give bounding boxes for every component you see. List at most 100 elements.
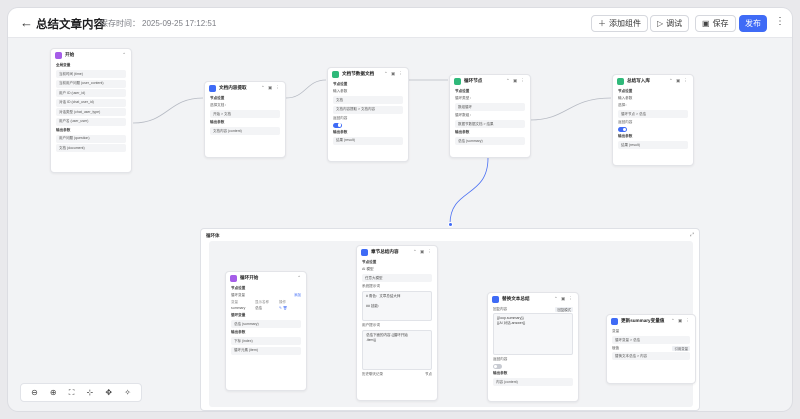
zoom-in-icon[interactable]: ⊕ — [50, 388, 57, 397]
node-actions-icon[interactable]: ⌃ ▣ ⋮ — [413, 249, 433, 255]
value-select[interactable]: 替换文本总结 > 内容 — [612, 352, 690, 360]
save-icon: ▣ — [702, 19, 710, 28]
plus-icon: ＋ — [598, 19, 606, 28]
section-title: 输出参数 — [493, 371, 508, 375]
collapse-icon[interactable]: ⌃ — [122, 52, 127, 58]
field-label: 输入参数 — [333, 89, 348, 93]
field-label: 回复内容 — [493, 306, 507, 311]
node-ai[interactable]: 章节总结内容 ⌃ ▣ ⋮ 节点设置 AI 模型 任意大模型 系统提示词 # 角色：… — [356, 245, 438, 401]
save-label-btn: 保存 — [712, 19, 729, 28]
edge-loop-body — [449, 157, 489, 225]
user-prompt-textarea[interactable]: 总结下面的内容 {{循环开始 .item}} — [362, 330, 432, 370]
node-title: 更新summary变量值 — [621, 318, 665, 323]
model-select[interactable]: 任意大模型 — [362, 274, 432, 282]
field-value[interactable]: 开始 > 文档 — [210, 110, 280, 118]
node-writer[interactable]: 总结写入库 ⌃ ▣ ⋮ 节点设置 输入参数 选择： 循环节点 > 总结 返回内容 … — [612, 74, 694, 166]
section-title: 节点设置 — [455, 89, 470, 93]
reply-node-icon — [492, 295, 499, 303]
field-row: 当前时间 (time) — [56, 70, 126, 78]
field-label: 变量 — [612, 329, 620, 333]
reply-textarea[interactable]: {{loop.summary}} {{AI 对话.answer}} — [493, 313, 573, 355]
reply-mode-select[interactable]: 回复模式 — [555, 306, 573, 312]
field-label: 返回内容 — [333, 115, 348, 120]
layout-icon[interactable]: ⊹ — [87, 388, 94, 397]
more-menu-icon[interactable]: ⋮ — [775, 16, 785, 27]
variable-name: summary — [231, 306, 246, 310]
section-title: 循环变量 — [231, 313, 246, 317]
node-title: 开始 — [65, 52, 75, 57]
ai-node-icon — [361, 248, 368, 256]
node-title: 文档内容提取 — [219, 85, 247, 90]
section-title: 节点设置 — [210, 96, 225, 100]
field-label: AI 模型 — [362, 267, 374, 271]
fit-icon[interactable]: ⛶ — [69, 388, 75, 398]
field-row: 当前用户问题 (user_content) — [56, 79, 126, 88]
beautify-icon[interactable]: ✧ — [124, 388, 131, 397]
edit-delete-icon[interactable]: ✎ 🗑 — [279, 306, 299, 311]
field-value[interactable]: 文档内容提取 > 文档内容 — [333, 105, 403, 114]
node-loop[interactable]: 循环节点 ⌃ ▣ ⋮ 节点设置 循环类型： 数组循环 循环数组： 数据节数据文档 … — [449, 74, 531, 158]
variable-label: 总结 — [255, 306, 262, 310]
add-component-button[interactable]: ＋添加组件 — [591, 15, 648, 32]
collapse-icon[interactable]: ⌃ — [297, 275, 302, 281]
back-arrow-icon[interactable]: ← — [20, 15, 33, 31]
top-bar: ← 总结文章内容 保存时间： 2025-09-25 17:12:51 ＋添加组件 … — [8, 8, 792, 38]
return-toggle[interactable] — [493, 364, 502, 369]
node-actions-icon[interactable]: ⌃ ▣ ⋮ — [669, 78, 689, 84]
system-prompt-textarea[interactable]: # 角色：文章总结大师 ## 技能： — [362, 291, 432, 321]
node-actions-icon[interactable]: ⌃ ▣ ⋮ — [671, 318, 691, 324]
section-title: 输出参数 — [455, 130, 470, 134]
output-row: 结果 (result) — [333, 136, 403, 145]
node-split[interactable]: 文档节数据文档 ⌃ ▣ ⋮ 节点设置 输入参数 文档 文档内容提取 > 文档内容 … — [327, 67, 409, 162]
node-start[interactable]: 开始 ⌃ 全局变量 当前时间 (time) 当前用户问题 (user_conten… — [50, 48, 132, 173]
node-update[interactable]: 更新summary变量值 ⌃ ▣ ⋮ 变量 循环变量 > 总结 赋值 引用变量 替换… — [606, 314, 696, 384]
field-value[interactable]: 数据节数据文档 > 结果 — [455, 120, 525, 128]
field-row: 用户问题 (question) — [56, 134, 126, 143]
zoom-out-icon[interactable]: ⊖ — [31, 388, 38, 397]
expand-icon[interactable]: ⤢ — [690, 232, 694, 238]
col-header: 操作 — [279, 299, 286, 304]
return-toggle[interactable] — [333, 122, 342, 128]
workflow-canvas[interactable]: 开始 ⌃ 全局变量 当前时间 (time) 当前用户问题 (user_conten… — [8, 38, 792, 411]
field-row: 对话 ID (chat_user_id) — [56, 98, 126, 107]
section-title: 全局变量 — [56, 63, 71, 67]
play-icon: ▷ — [657, 19, 664, 28]
node-actions-icon[interactable]: ⌃ ▣ ⋮ — [506, 78, 526, 84]
debug-button[interactable]: ▷ 调试 — [650, 15, 690, 32]
node-title: 文档节数据文档 — [342, 71, 375, 76]
field-value[interactable]: 文档 — [333, 96, 403, 104]
node-loop-start[interactable]: 循环开始 ⌃ 节点设置 循环变量 添加 变量 显示名称 操作 summary 总结 ✎ 🗑 … — [225, 271, 307, 391]
edge-loop-writer — [529, 97, 612, 121]
node-extract[interactable]: 文档内容提取 ⌃ ▣ ⋮ 节点设置 选择文档： 开始 > 文档 输出参数 文档内容… — [204, 81, 286, 158]
return-toggle[interactable] — [618, 127, 627, 132]
field-value[interactable]: 循环节点 > 总结 — [618, 110, 688, 118]
connection-handle[interactable] — [448, 222, 453, 227]
node-actions-icon[interactable]: ⌃ ▣ ⋮ — [384, 71, 404, 77]
output-row: 循环元素 (item) — [231, 346, 301, 355]
save-button[interactable]: ▣ 保存 — [695, 15, 736, 32]
node-actions-icon[interactable]: ⌃ ▣ ⋮ — [261, 85, 281, 91]
section-title: 输出参数 — [618, 134, 633, 138]
node-title: 总结写入库 — [627, 78, 650, 83]
node-reply[interactable]: 替换文本总结 ⌃ ▣ ⋮ 回复内容 回复模式 {{loop.summary}} {{… — [487, 292, 579, 402]
move-icon[interactable]: ✥ — [105, 388, 112, 397]
col-header: 变量 — [231, 299, 238, 304]
node-title: 循环开始 — [240, 275, 259, 280]
add-variable-link[interactable]: 添加 — [294, 293, 301, 298]
loop-type-select[interactable]: 数组循环 — [455, 103, 525, 111]
col-header: 显示名称 — [255, 299, 269, 304]
field-label: 循环变量 — [231, 293, 245, 297]
node-actions-icon[interactable]: ⌃ ▣ ⋮ — [554, 296, 574, 302]
node-title: 章节总结内容 — [371, 249, 399, 254]
assign-mode-select[interactable]: 引用变量 — [672, 345, 690, 351]
history-select[interactable]: 节点 — [425, 372, 432, 377]
output-row: 下标 (index) — [231, 337, 301, 345]
loop-start-icon — [230, 274, 237, 282]
publish-button[interactable]: 发布 — [739, 15, 767, 32]
edge-start-extract — [132, 97, 204, 124]
section-title: 输出参数 — [333, 129, 348, 134]
output-row: 结果 (result) — [618, 141, 688, 149]
output-row: 内容 (content) — [493, 378, 573, 386]
variable-select[interactable]: 循环变量 > 总结 — [612, 336, 690, 344]
save-label: 保存时间： — [100, 19, 140, 28]
